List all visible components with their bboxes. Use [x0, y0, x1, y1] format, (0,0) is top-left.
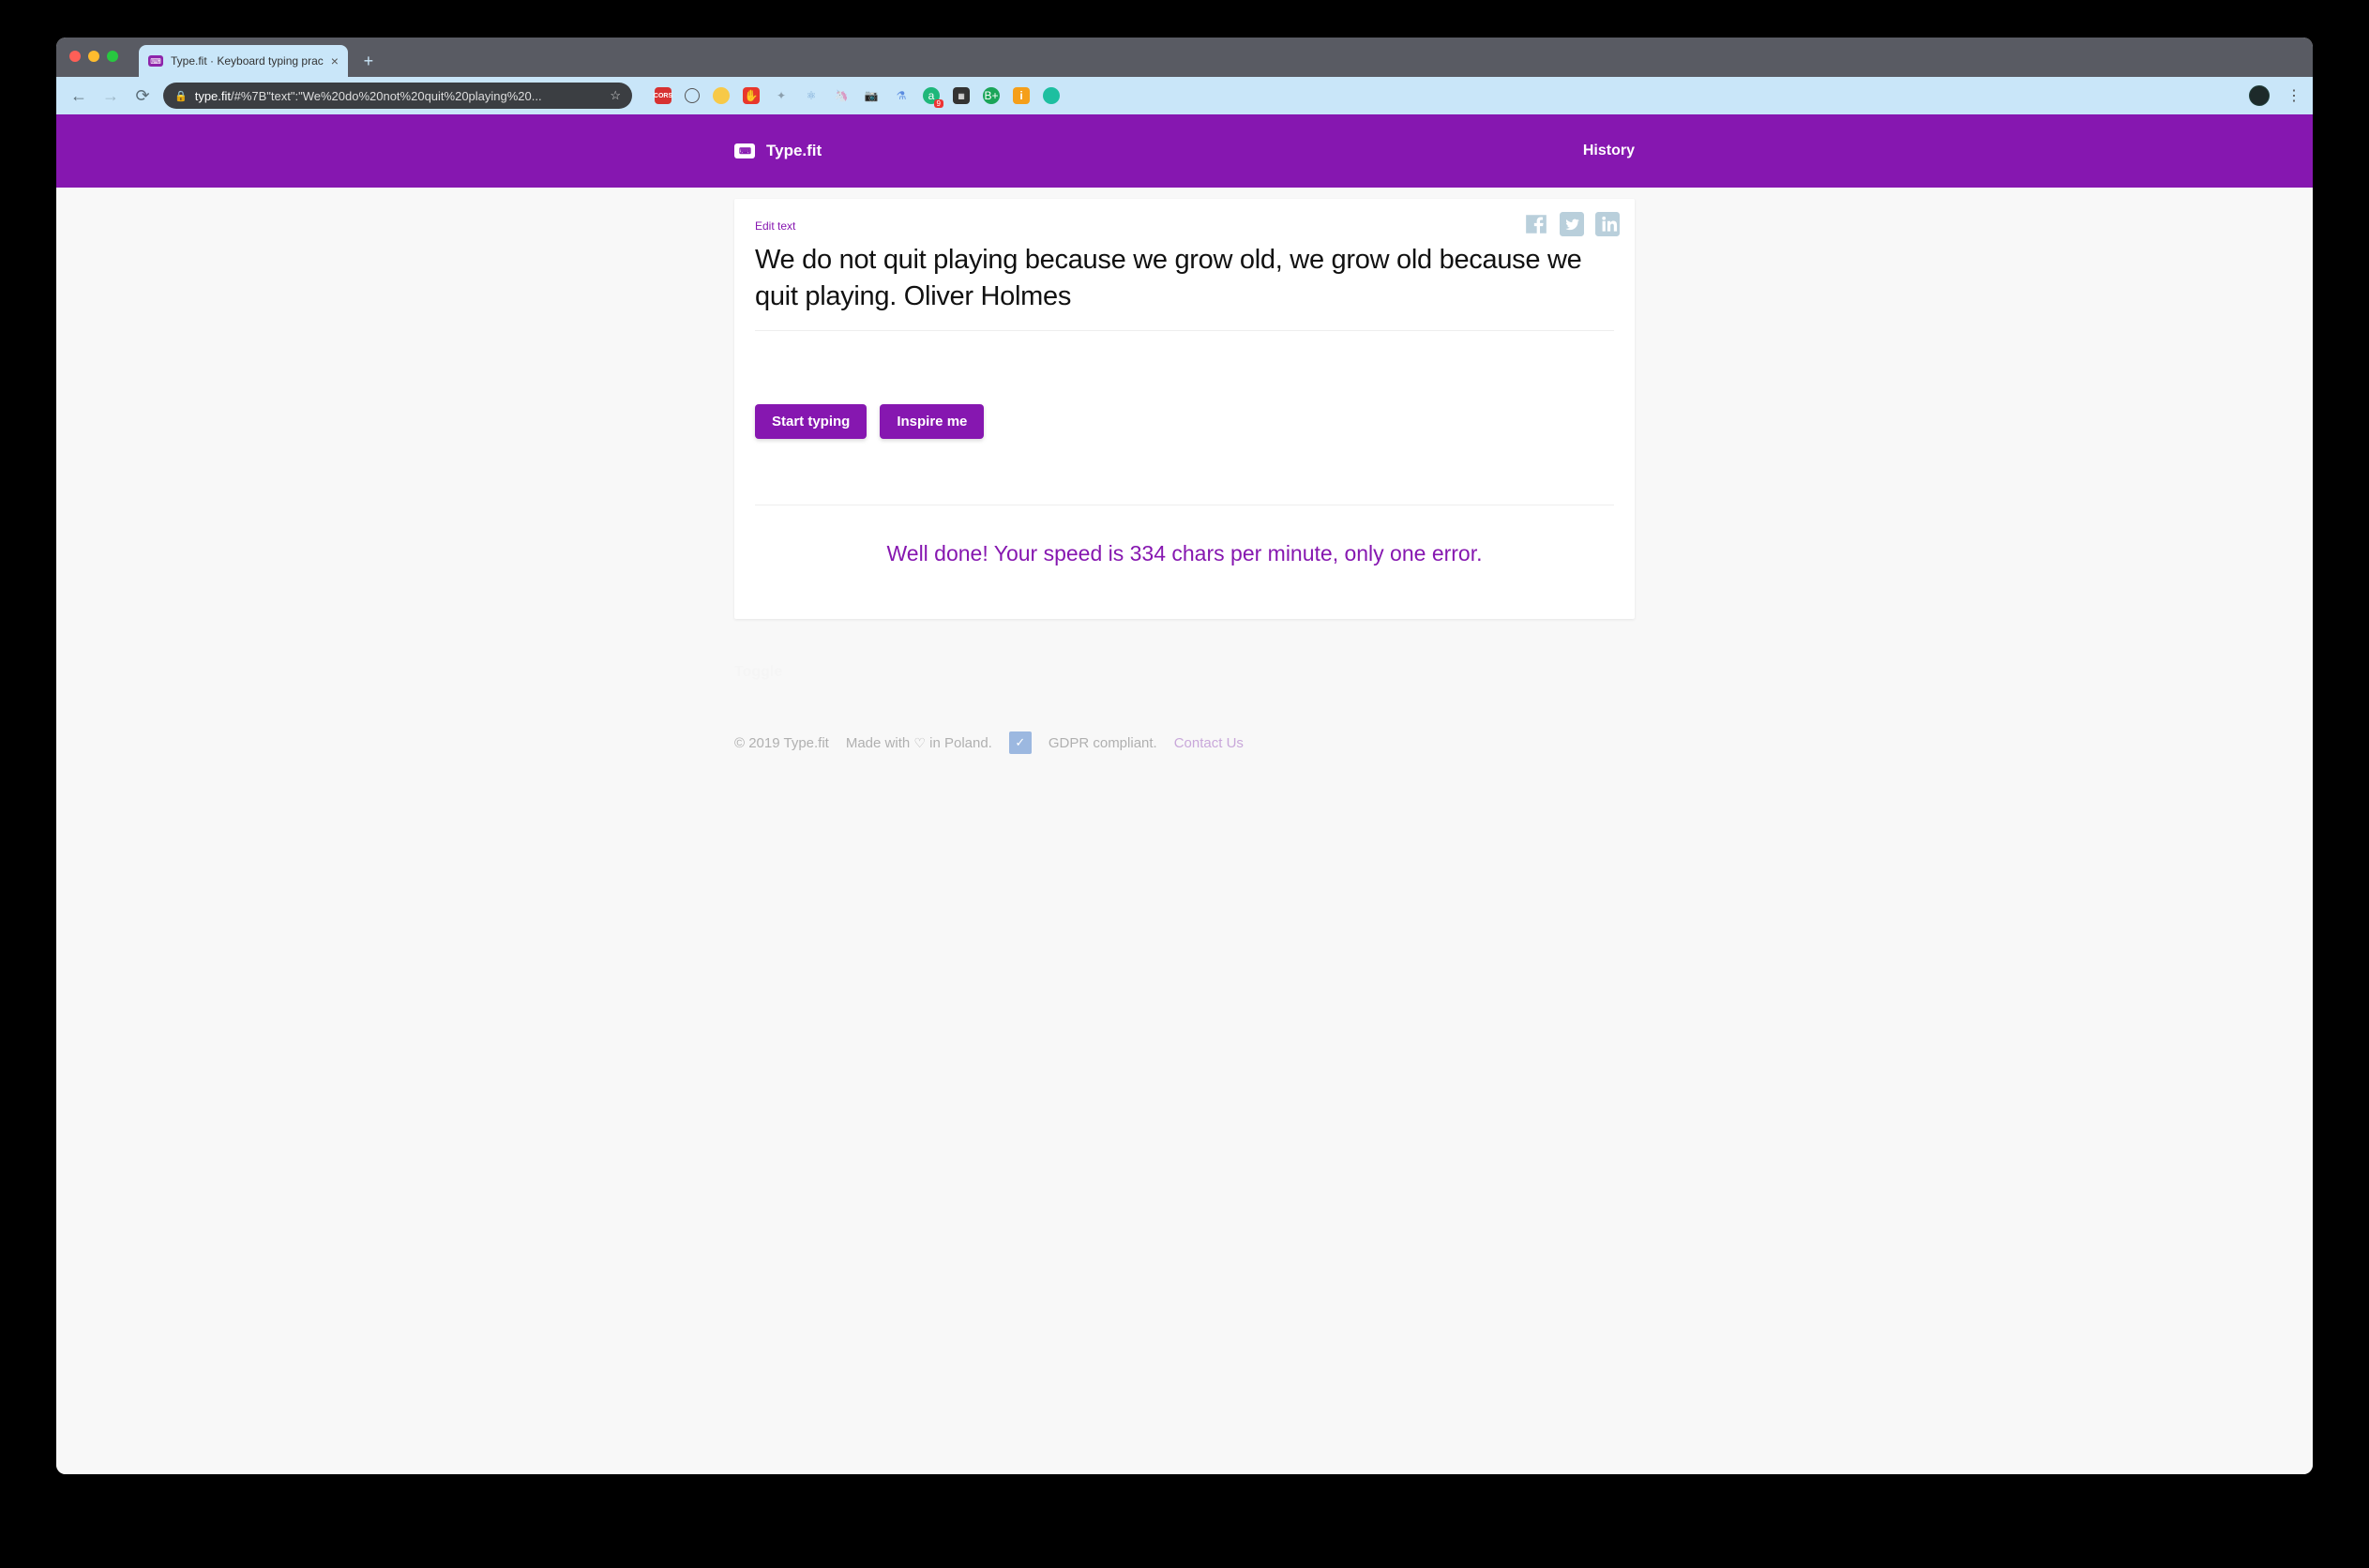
action-row: Start typing Inspire me [755, 404, 1614, 439]
cors-extension-icon[interactable]: CORS [655, 87, 671, 104]
site-header: ⌨ Type.fit History [56, 114, 2313, 188]
start-typing-button[interactable]: Start typing [755, 404, 867, 439]
main-card: Edit text We do not quit playing because… [734, 199, 1635, 619]
qr-icon[interactable]: ▦ [953, 87, 970, 104]
browser-window: ⌨ Type.fit · Keyboard typing prac × + ← … [56, 38, 2313, 1474]
quote-text: We do not quit playing because we grow o… [755, 242, 1614, 331]
edit-text-link[interactable]: Edit text [755, 219, 795, 233]
page-viewport: ⌨ Type.fit History Edit text We do not q… [56, 114, 2313, 1474]
extension-icons: CORS ✋ ✦ ⚛ 🦄 📷 ⚗ a9 ▦ B+ i [655, 87, 2240, 104]
history-link[interactable]: History [1583, 143, 1635, 159]
keyboard-icon: ⌨ [734, 143, 755, 158]
reload-button[interactable]: ⟳ [131, 86, 154, 106]
result-message: Well done! Your speed is 334 chars per m… [755, 541, 1614, 566]
made-with-pre: Made with [846, 735, 910, 751]
made-with-post: in Poland. [929, 735, 992, 751]
extension-icon[interactable] [713, 87, 730, 104]
ublock-icon[interactable]: ✋ [743, 87, 760, 104]
url-text: type.fit/#%7B"text":"We%20do%20not%20qui… [195, 89, 603, 103]
profile-avatar[interactable] [2249, 85, 2270, 106]
browser-tabbar: ⌨ Type.fit · Keyboard typing prac × + [56, 38, 2313, 77]
extension-icon[interactable] [1043, 87, 1060, 104]
minimize-window-button[interactable] [88, 51, 99, 62]
extension-icon[interactable]: ✦ [773, 87, 790, 104]
extension-icon[interactable]: i [1013, 87, 1030, 104]
url-host: type.fit [195, 89, 231, 103]
gdpr-badge-icon: ✓ [1009, 731, 1032, 754]
url-path: /#%7B"text":"We%20do%20not%20quit%20play… [231, 89, 542, 103]
camera-icon[interactable]: 📷 [863, 87, 880, 104]
inspire-me-button[interactable]: Inspire me [880, 404, 984, 439]
react-icon[interactable]: ⚛ [803, 87, 820, 104]
extension-icon[interactable]: 🦄 [833, 87, 850, 104]
share-icons [1524, 212, 1620, 241]
extension-icon[interactable]: a9 [923, 87, 940, 104]
bookmark-star-icon[interactable]: ☆ [610, 88, 621, 103]
contact-link[interactable]: Contact Us [1174, 735, 1244, 751]
badge-count: 9 [934, 99, 943, 108]
facebook-icon[interactable] [1524, 212, 1548, 241]
tab-title: Type.fit · Keyboard typing prac [171, 54, 324, 68]
heart-icon: ♡ [913, 735, 926, 750]
extension-icon[interactable] [685, 88, 700, 103]
back-button[interactable]: ← [68, 86, 90, 106]
maximize-window-button[interactable] [107, 51, 118, 62]
twitter-icon[interactable] [1560, 212, 1584, 241]
lock-icon: 🔒 [174, 90, 188, 102]
made-with: Made with ♡ in Poland. [846, 735, 992, 751]
copyright: © 2019 Type.fit [734, 735, 829, 751]
site-footer: © 2019 Type.fit Made with ♡ in Poland. ✓… [734, 731, 1635, 792]
toggle-link[interactable]: Toggle [734, 664, 1635, 681]
extension-icon[interactable]: B+ [983, 87, 1000, 104]
linkedin-icon[interactable] [1595, 212, 1620, 241]
forward-button[interactable]: → [99, 86, 122, 106]
flask-icon[interactable]: ⚗ [893, 87, 910, 104]
browser-menu-icon[interactable]: ⋮ [2286, 86, 2301, 105]
browser-toolbar: ← → ⟳ 🔒 type.fit/#%7B"text":"We%20do%20n… [56, 77, 2313, 114]
close-window-button[interactable] [69, 51, 81, 62]
brand-name: Type.fit [766, 142, 822, 160]
browser-tab[interactable]: ⌨ Type.fit · Keyboard typing prac × [139, 45, 348, 77]
close-tab-icon[interactable]: × [331, 53, 339, 68]
window-controls [69, 51, 118, 62]
gdpr-text: GDPR compliant. [1049, 735, 1157, 751]
address-bar[interactable]: 🔒 type.fit/#%7B"text":"We%20do%20not%20q… [163, 83, 632, 109]
brand[interactable]: ⌨ Type.fit [734, 142, 822, 160]
new-tab-button[interactable]: + [355, 48, 382, 74]
keyboard-icon: ⌨ [148, 55, 163, 67]
